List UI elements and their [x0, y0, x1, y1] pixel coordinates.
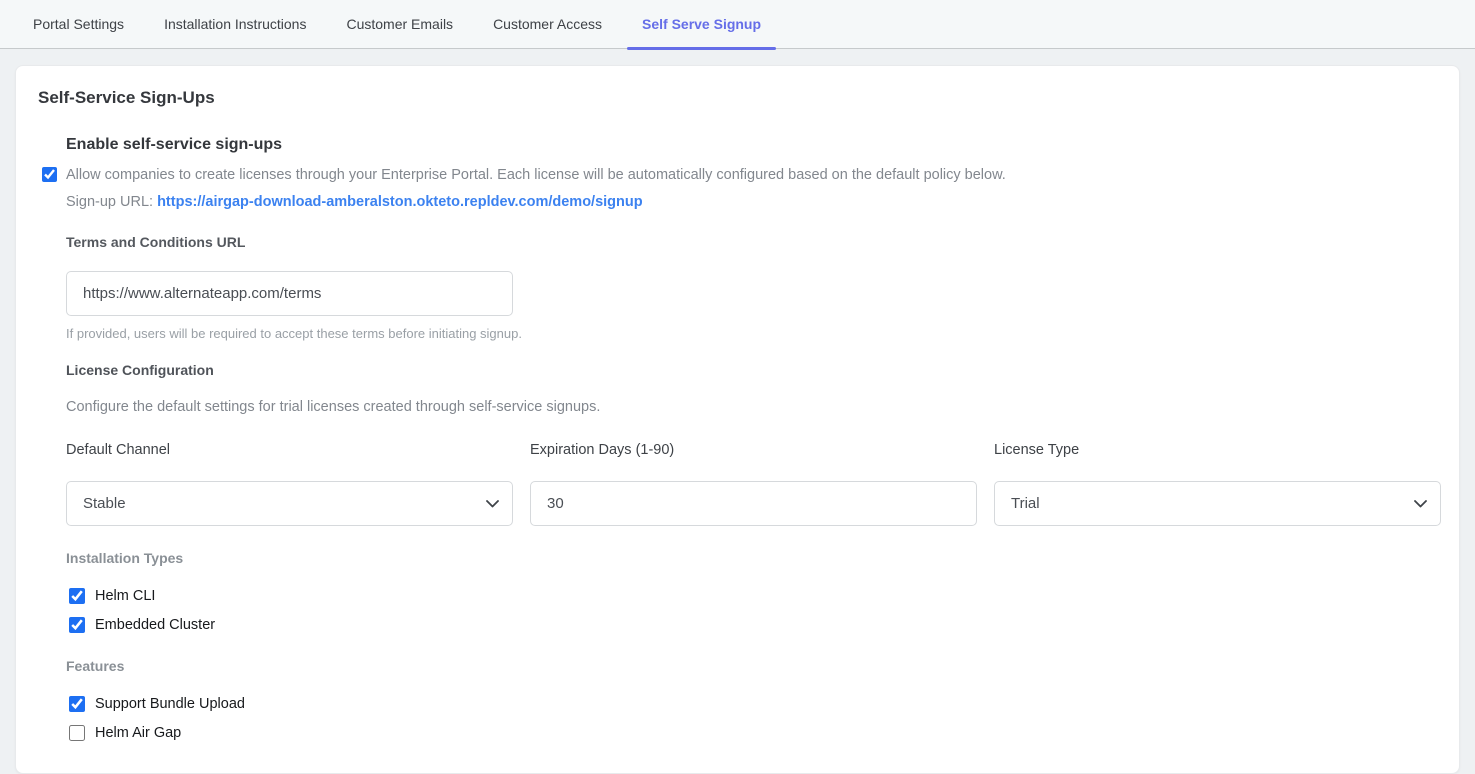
- support-bundle-upload-checkbox[interactable]: [69, 696, 85, 712]
- page-title: Self-Service Sign-Ups: [38, 88, 1440, 108]
- expiration-days-field: Expiration Days (1-90): [530, 442, 977, 526]
- helm-cli-label[interactable]: Helm CLI: [95, 588, 155, 604]
- license-config-grid: Default Channel Stable Expiration Days (…: [66, 442, 1440, 526]
- enable-signups-row: Allow companies to create licenses throu…: [66, 165, 1440, 185]
- license-type-label: License Type: [994, 442, 1441, 458]
- tab-customer-access[interactable]: Customer Access: [478, 0, 617, 48]
- license-type-field: License Type Trial: [994, 442, 1441, 526]
- license-configuration-heading: License Configuration: [66, 362, 1440, 378]
- embedded-cluster-checkbox[interactable]: [69, 617, 85, 633]
- enable-signups-checkbox[interactable]: [42, 167, 57, 182]
- embedded-cluster-label[interactable]: Embedded Cluster: [95, 617, 215, 633]
- helm-air-gap-checkbox[interactable]: [69, 725, 85, 741]
- default-channel-select[interactable]: Stable: [66, 481, 513, 526]
- installation-types-heading: Installation Types: [66, 550, 1440, 566]
- terms-url-helper: If provided, users will be required to a…: [66, 326, 1440, 341]
- enable-signups-description: Allow companies to create licenses throu…: [66, 165, 1006, 185]
- terms-url-input[interactable]: [66, 271, 513, 316]
- self-service-signups-card: Self-Service Sign-Ups Enable self-servic…: [15, 65, 1460, 774]
- feature-row: Support Bundle Upload: [69, 696, 1440, 712]
- helm-cli-checkbox[interactable]: [69, 588, 85, 604]
- features-block: Features Support Bundle Upload Helm Air …: [66, 658, 1440, 741]
- default-channel-field: Default Channel Stable: [66, 442, 513, 526]
- signup-url-row: Sign-up URL: https://airgap-download-amb…: [66, 194, 1440, 210]
- signup-url-label: Sign-up URL:: [66, 194, 153, 210]
- installation-type-row: Embedded Cluster: [69, 617, 1440, 633]
- tab-bar: Portal Settings Installation Instruction…: [0, 0, 1475, 49]
- license-type-select[interactable]: Trial: [994, 481, 1441, 526]
- tab-self-serve-signup[interactable]: Self Serve Signup: [627, 0, 776, 48]
- signup-url-link[interactable]: https://airgap-download-amberalston.okte…: [157, 194, 643, 210]
- tab-portal-settings[interactable]: Portal Settings: [18, 0, 139, 48]
- feature-row: Helm Air Gap: [69, 725, 1440, 741]
- features-heading: Features: [66, 658, 1440, 674]
- helm-air-gap-label[interactable]: Helm Air Gap: [95, 725, 181, 741]
- tab-installation-instructions[interactable]: Installation Instructions: [149, 0, 321, 48]
- support-bundle-upload-label[interactable]: Support Bundle Upload: [95, 696, 245, 712]
- settings-section: Enable self-service sign-ups Allow compa…: [66, 136, 1440, 741]
- enable-signups-heading: Enable self-service sign-ups: [66, 136, 1440, 154]
- license-configuration-description: Configure the default settings for trial…: [66, 399, 1440, 415]
- expiration-days-label: Expiration Days (1-90): [530, 442, 977, 458]
- default-channel-label: Default Channel: [66, 442, 513, 458]
- installation-type-row: Helm CLI: [69, 588, 1440, 604]
- tab-customer-emails[interactable]: Customer Emails: [331, 0, 468, 48]
- expiration-days-input[interactable]: [530, 481, 977, 526]
- terms-url-label: Terms and Conditions URL: [66, 234, 1440, 250]
- page-background: Self-Service Sign-Ups Enable self-servic…: [0, 49, 1475, 774]
